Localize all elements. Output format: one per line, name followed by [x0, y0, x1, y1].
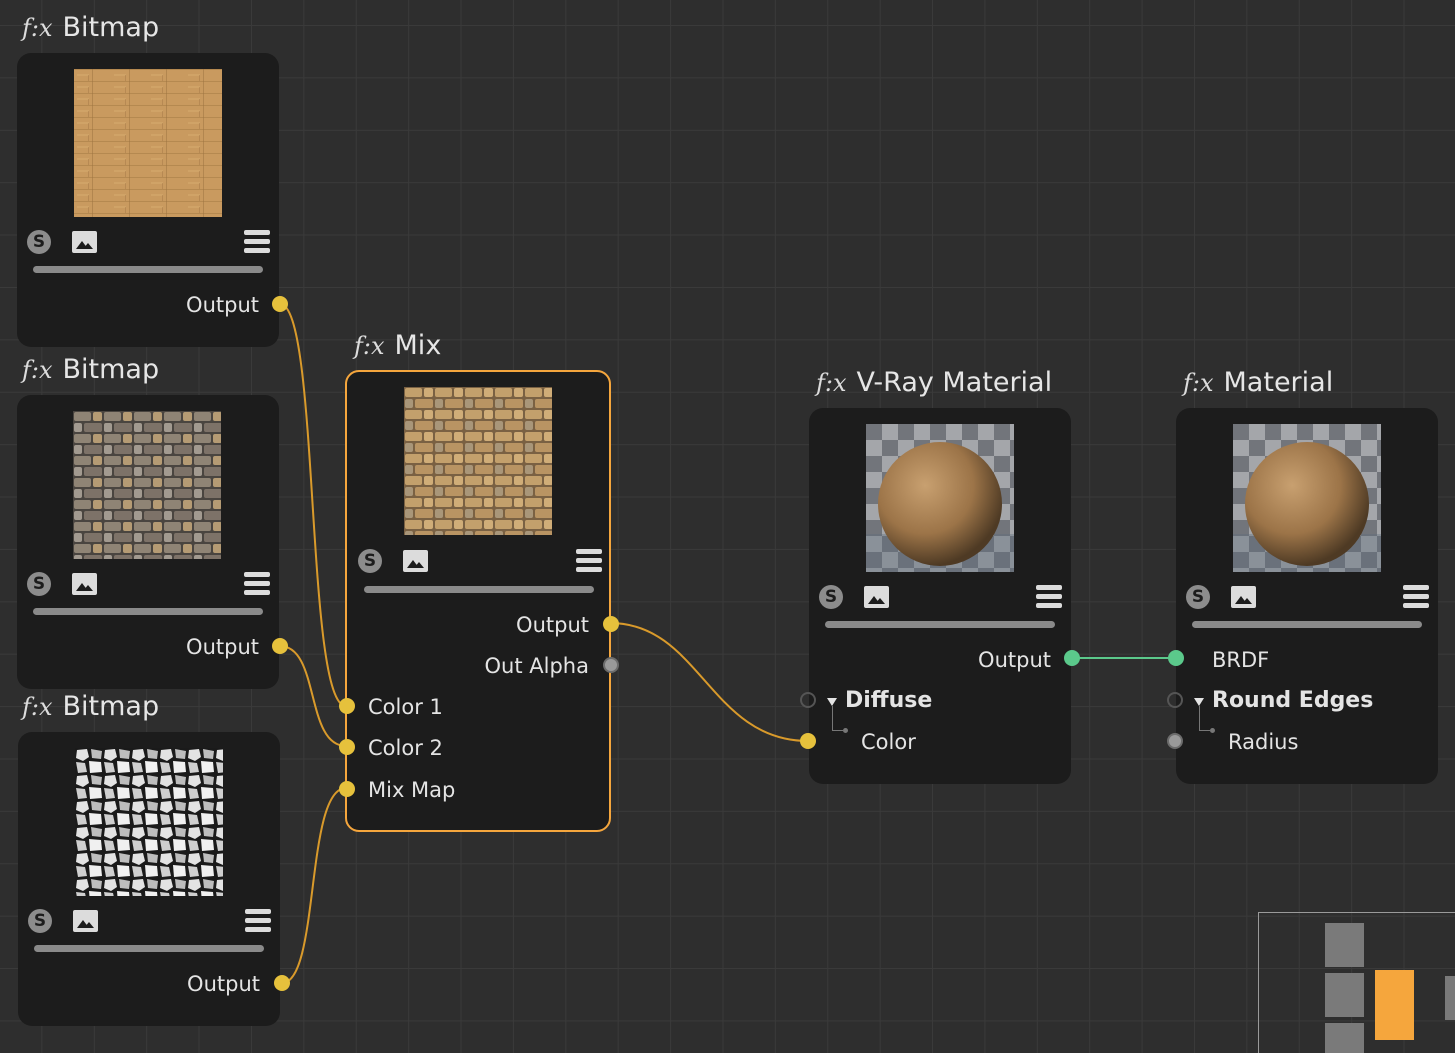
shader-icon[interactable]: S — [1186, 585, 1210, 609]
port-label-output: Output — [978, 648, 1051, 672]
node-title-text: Mix — [394, 330, 442, 361]
menu-icon[interactable] — [245, 909, 271, 933]
fx-icon: f:x — [1183, 369, 1214, 397]
mixed-texture-thumbnail — [404, 387, 552, 535]
progress-bar — [1192, 621, 1422, 628]
fx-icon: f:x — [22, 356, 53, 384]
node-title-vray-material[interactable]: f:x V-Ray Material — [816, 367, 1052, 398]
node-title-text: Bitmap — [62, 691, 160, 722]
node-material[interactable]: S BRDF Round Edges Radius — [1167, 408, 1438, 784]
image-icon[interactable] — [73, 910, 98, 932]
image-icon[interactable] — [403, 550, 428, 572]
menu-icon[interactable] — [244, 230, 270, 254]
menu-icon[interactable] — [244, 572, 270, 596]
wire-bitmap1-to-color1[interactable] — [279, 303, 347, 707]
color-2-port[interactable] — [339, 739, 355, 755]
wire-mix-to-diffuse-color[interactable] — [609, 622, 809, 742]
port-label-color: Color — [861, 730, 916, 754]
wire-bitmap3-to-mixmap[interactable] — [281, 787, 347, 984]
material-sphere-thumbnail — [1233, 424, 1381, 572]
node-title-text: V-Ray Material — [856, 367, 1053, 398]
group-label-round-edges: Round Edges — [1212, 688, 1374, 713]
brdf-port[interactable] — [1168, 650, 1184, 666]
node-title-mix[interactable]: f:x Mix — [354, 330, 441, 361]
mix-map-port[interactable] — [339, 781, 355, 797]
progress-bar — [364, 586, 594, 593]
shader-icon[interactable]: S — [28, 909, 52, 933]
diffuse-port[interactable] — [800, 692, 816, 708]
port-label-radius: Radius — [1228, 730, 1299, 754]
stone-mask-texture-thumbnail — [75, 748, 223, 896]
port-label-color-2: Color 2 — [368, 736, 443, 760]
diffuse-color-port[interactable] — [800, 733, 816, 749]
progress-bar — [825, 621, 1055, 628]
port-label-output: Output — [187, 972, 260, 996]
color-1-port[interactable] — [339, 698, 355, 714]
port-label-brdf: BRDF — [1212, 648, 1270, 672]
material-sphere-thumbnail — [866, 424, 1014, 572]
node-title-bitmap-1[interactable]: f:x Bitmap — [22, 12, 159, 43]
menu-icon[interactable] — [1403, 585, 1429, 609]
port-label-mix-map: Mix Map — [368, 778, 456, 802]
node-title-text: Material — [1223, 367, 1334, 398]
collapse-arrow-icon[interactable] — [1194, 698, 1204, 706]
shader-icon[interactable]: S — [358, 549, 382, 573]
tree-connector — [1199, 706, 1215, 733]
out-alpha-port[interactable] — [603, 657, 619, 673]
shader-icon[interactable]: S — [819, 585, 843, 609]
node-bitmap-2[interactable]: S Output — [17, 395, 288, 689]
fx-icon: f:x — [22, 693, 53, 721]
shader-icon[interactable]: S — [27, 572, 51, 596]
fx-icon: f:x — [22, 14, 53, 42]
wire-bitmap2-to-color2[interactable] — [279, 645, 347, 747]
node-vray-material[interactable]: S Output Diffuse Color — [800, 408, 1080, 784]
node-bitmap-3[interactable]: S Output — [18, 732, 290, 1026]
node-mix[interactable]: S Output Out Alpha Color 1 Color 2 Mix M… — [339, 370, 619, 832]
node-title-text: Bitmap — [62, 354, 160, 385]
output-port[interactable] — [272, 296, 288, 312]
image-icon[interactable] — [72, 573, 97, 595]
node-bitmap-1[interactable]: S Output — [17, 53, 288, 347]
collapse-arrow-icon[interactable] — [827, 698, 837, 706]
minimap[interactable] — [1258, 912, 1455, 1053]
shader-icon[interactable]: S — [27, 230, 51, 254]
node-title-bitmap-2[interactable]: f:x Bitmap — [22, 354, 159, 385]
progress-bar — [33, 608, 263, 615]
menu-icon[interactable] — [1036, 585, 1062, 609]
output-port[interactable] — [272, 638, 288, 654]
fx-icon: f:x — [816, 369, 847, 397]
wood-texture-thumbnail — [74, 69, 222, 217]
output-port[interactable] — [603, 616, 619, 632]
minimap-node-selected — [1375, 970, 1414, 1040]
node-title-material[interactable]: f:x Material — [1183, 367, 1333, 398]
tree-connector — [832, 706, 848, 733]
round-edges-port[interactable] — [1167, 692, 1183, 708]
fx-icon: f:x — [354, 332, 385, 360]
output-port[interactable] — [1064, 650, 1080, 666]
node-title-bitmap-3[interactable]: f:x Bitmap — [22, 691, 159, 722]
minimap-node — [1325, 973, 1364, 1017]
port-label-out-alpha: Out Alpha — [484, 654, 589, 678]
stone-wall-texture-thumbnail — [73, 411, 221, 559]
port-label-output: Output — [186, 635, 259, 659]
node-title-text: Bitmap — [62, 12, 160, 43]
image-icon[interactable] — [1231, 586, 1256, 608]
port-label-output: Output — [186, 293, 259, 317]
progress-bar — [34, 945, 264, 952]
image-icon[interactable] — [864, 586, 889, 608]
radius-port[interactable] — [1167, 733, 1183, 749]
port-label-output: Output — [516, 613, 589, 637]
port-label-color-1: Color 1 — [368, 695, 443, 719]
progress-bar — [33, 266, 263, 273]
minimap-node — [1325, 1023, 1364, 1053]
group-label-diffuse: Diffuse — [845, 688, 933, 713]
minimap-node — [1325, 923, 1364, 967]
minimap-node — [1445, 976, 1455, 1020]
output-port[interactable] — [274, 975, 290, 991]
menu-icon[interactable] — [576, 549, 602, 573]
image-icon[interactable] — [72, 231, 97, 253]
